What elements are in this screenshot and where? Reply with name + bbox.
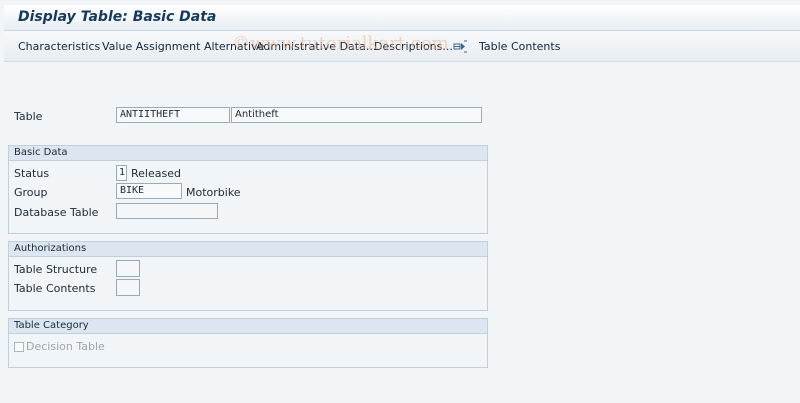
table-code-field[interactable]: ANTIITHEFT	[116, 107, 230, 123]
table-structure-label: Table Structure	[14, 263, 98, 276]
table-label: Table	[14, 110, 43, 123]
group-text: Motorbike	[186, 186, 241, 199]
status-field[interactable]: 1	[116, 165, 127, 181]
authorizations-group: Authorizations	[8, 241, 488, 311]
multiple-selection-arrow-icon[interactable]	[453, 38, 469, 53]
title-bar: Display Table: Basic Data	[4, 5, 800, 31]
basic-data-group: Basic Data	[8, 145, 488, 234]
characteristics-button[interactable]: Characteristics	[18, 40, 100, 53]
status-text: Released	[131, 167, 181, 180]
database-table-label: Database Table	[14, 206, 99, 219]
table-structure-field[interactable]	[116, 260, 140, 277]
table-contents-button[interactable]: Table Contents	[479, 40, 560, 53]
group-field[interactable]: BIKE	[116, 183, 182, 199]
table-contents-label: Table Contents	[14, 282, 96, 295]
group-label: Group	[14, 186, 48, 199]
status-label: Status	[14, 167, 50, 180]
decision-table-checkbox[interactable]	[14, 342, 24, 352]
basic-data-header: Basic Data	[9, 146, 487, 161]
administrative-data-button[interactable]: Administrative Data...	[256, 40, 376, 53]
table-description-field: Antitheft	[231, 107, 482, 123]
table-category-header: Table Category	[9, 319, 487, 334]
page-title: Display Table: Basic Data	[18, 9, 217, 25]
decision-table-label: Decision Table	[26, 340, 105, 353]
table-contents-field[interactable]	[116, 279, 140, 296]
database-table-field[interactable]	[116, 203, 218, 219]
application-toolbar: Characteristics Value Assignment Alterna…	[4, 31, 800, 62]
descriptions-button[interactable]: Descriptions...	[374, 40, 453, 53]
authorizations-header: Authorizations	[9, 242, 487, 257]
value-assignment-alternative-button[interactable]: Value Assignment Alternative	[102, 40, 264, 53]
